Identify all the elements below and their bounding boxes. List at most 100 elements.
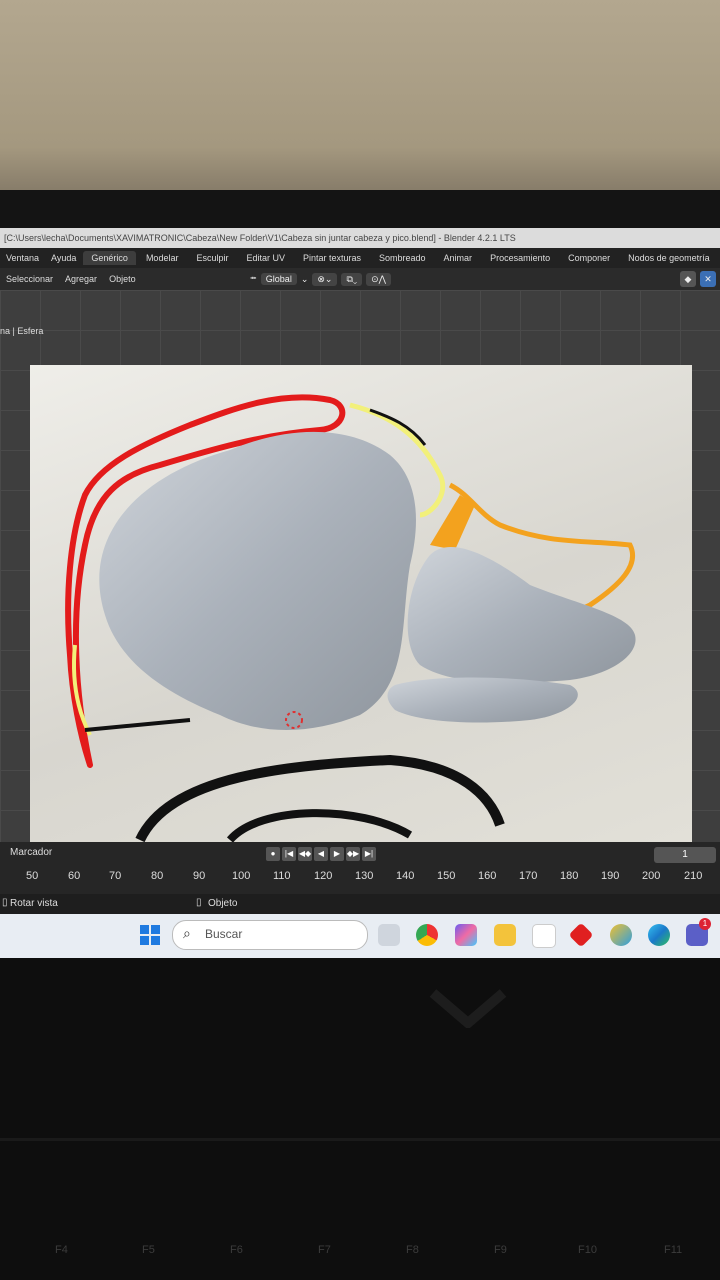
search-box[interactable]: ⌕ Buscar: [172, 920, 368, 950]
tick-label: 150: [437, 870, 456, 882]
head-mesh[interactable]: [99, 431, 416, 730]
jump-end-icon[interactable]: ▶|: [362, 847, 376, 861]
pivot-icon[interactable]: ⊗⌄: [312, 272, 338, 286]
copilot-icon[interactable]: [455, 924, 477, 946]
tick-label: 70: [109, 870, 122, 882]
tick-label: 110: [273, 870, 291, 882]
tab-procesamiento[interactable]: Procesamiento: [482, 251, 558, 265]
tick-label: 100: [232, 870, 251, 882]
playback-controls: ● |◀ ◀◆ ◀ ▶ ◆▶ ▶|: [266, 847, 376, 861]
status-bar: ▯ Rotar vista ▯ Objeto: [0, 894, 720, 914]
key-f10[interactable]: F10: [578, 1244, 597, 1256]
menu-agregar[interactable]: Agregar: [59, 274, 103, 284]
tick-label: 160: [478, 870, 497, 882]
viewport-object-label: na | Esfera: [0, 326, 44, 336]
edge-beta-icon[interactable]: [610, 924, 632, 946]
header-toolbar: Seleccionar Agregar Objeto ⭼ Global ⌄ ⊗⌄…: [0, 268, 720, 290]
visibility-icon[interactable]: ◆: [680, 271, 696, 287]
gizmo-icon[interactable]: ✕: [700, 271, 716, 287]
tab-generico[interactable]: Genérico: [83, 251, 136, 265]
file-explorer-icon[interactable]: [494, 924, 516, 946]
menu-objeto[interactable]: Objeto: [103, 274, 142, 284]
tick-label: 200: [642, 870, 661, 882]
window-title: [C:\Users\lecha\Documents\XAVIMATRONIC\C…: [0, 228, 720, 248]
current-frame-field[interactable]: 1: [654, 847, 716, 863]
windows-start-icon[interactable]: [139, 924, 161, 946]
tick-label: 170: [519, 870, 538, 882]
key-f5[interactable]: F5: [142, 1244, 155, 1256]
tick-label: 180: [560, 870, 579, 882]
tick-label: 50: [26, 870, 39, 882]
prev-key-icon[interactable]: ◀◆: [298, 847, 312, 861]
beak-lower-mesh[interactable]: [387, 677, 578, 723]
key-f8[interactable]: F8: [406, 1244, 419, 1256]
viewport-gizmos: ◆ ✕: [680, 271, 716, 287]
sketch-and-mesh: [65, 394, 636, 843]
3d-viewport[interactable]: na | Esfera: [0, 290, 720, 845]
black-loop-stroke: [135, 754, 505, 843]
tick-label: 60: [68, 870, 81, 882]
background-wall: [0, 0, 720, 210]
tick-label: 140: [396, 870, 415, 882]
search-icon: ⌕: [183, 925, 191, 941]
next-key-icon[interactable]: ◆▶: [346, 847, 360, 861]
tab-componer[interactable]: Componer: [560, 251, 618, 265]
status-object: Objeto: [208, 898, 238, 909]
chevron-down-icon: [429, 989, 507, 1028]
axes-icon: ⭼: [250, 273, 257, 283]
marker-label[interactable]: Marcador: [10, 847, 52, 858]
key-f6[interactable]: F6: [230, 1244, 243, 1256]
function-keys: F4 F5 F6 F7 F8 F9 F10 F11: [0, 1236, 720, 1266]
mouse-icon: ▯: [2, 897, 8, 908]
keyboard-divider: [0, 1138, 720, 1141]
app-red-icon[interactable]: [568, 922, 594, 948]
menu-ayuda[interactable]: Ayuda: [45, 253, 82, 263]
menu-ventana[interactable]: Ventana: [0, 253, 45, 263]
status-rotate-view: Rotar vista: [10, 898, 58, 909]
chevron-down-icon: ⌄: [300, 273, 309, 284]
black-stroke: [84, 718, 191, 732]
jump-start-icon[interactable]: |◀: [282, 847, 296, 861]
task-view-icon[interactable]: [378, 924, 400, 946]
frame-ruler[interactable]: 50 60 70 80 90 100 110 120 130 140 150 1…: [0, 868, 720, 888]
tab-sombreado[interactable]: Sombreado: [371, 251, 434, 265]
tab-editar-uv[interactable]: Editar UV: [238, 251, 293, 265]
laptop-body: [0, 958, 720, 1280]
search-placeholder: Buscar: [205, 927, 243, 941]
key-f11[interactable]: F11: [664, 1244, 682, 1256]
key-f7[interactable]: F7: [318, 1244, 331, 1256]
tab-nodos-geometria[interactable]: Nodos de geometría: [620, 251, 718, 265]
play-icon[interactable]: ▶: [330, 847, 344, 861]
tick-label: 80: [151, 870, 164, 882]
reference-image: [30, 365, 692, 845]
windows-taskbar: ⌕ Buscar 1: [0, 914, 720, 958]
edge-icon[interactable]: [648, 924, 670, 946]
proportional-edit-icon[interactable]: ⊙⋀: [366, 272, 392, 286]
snap-icon[interactable]: ⧉⌄: [341, 272, 363, 286]
tick-label: 210: [684, 870, 703, 882]
mouse-icon-2: ▯: [196, 897, 202, 908]
chrome-icon[interactable]: [416, 924, 438, 946]
microsoft-store-icon[interactable]: [532, 924, 556, 948]
key-f9[interactable]: F9: [494, 1244, 507, 1256]
transform-orientation[interactable]: ⭼ Global ⌄ ⊗⌄ ⧉⌄ ⊙⋀: [250, 271, 392, 287]
menu-seleccionar[interactable]: Seleccionar: [0, 274, 59, 284]
key-f4[interactable]: F4: [55, 1244, 68, 1256]
monitor-screen: [C:\Users\lecha\Documents\XAVIMATRONIC\C…: [0, 228, 720, 958]
tick-label: 130: [355, 870, 374, 882]
tick-label: 90: [193, 870, 206, 882]
orientation-select[interactable]: Global: [260, 273, 297, 285]
tab-esculpir[interactable]: Esculpir: [188, 251, 236, 265]
play-reverse-icon[interactable]: ◀: [314, 847, 328, 861]
tab-animar[interactable]: Animar: [436, 251, 481, 265]
notification-badge: 1: [699, 918, 711, 930]
record-icon[interactable]: ●: [266, 847, 280, 861]
beak-upper-mesh[interactable]: [407, 546, 636, 683]
menu-bar: Ventana Ayuda Genérico Modelar Esculpir …: [0, 248, 720, 268]
tick-label: 190: [601, 870, 620, 882]
tick-label: 120: [314, 870, 333, 882]
black-loop-stroke-inner: [226, 809, 413, 843]
tab-modelar[interactable]: Modelar: [138, 251, 187, 265]
tab-pintar-texturas[interactable]: Pintar texturas: [295, 251, 369, 265]
timeline: Marcador ● |◀ ◀◆ ◀ ▶ ◆▶ ▶| 1 50 60 70 80…: [0, 842, 720, 894]
